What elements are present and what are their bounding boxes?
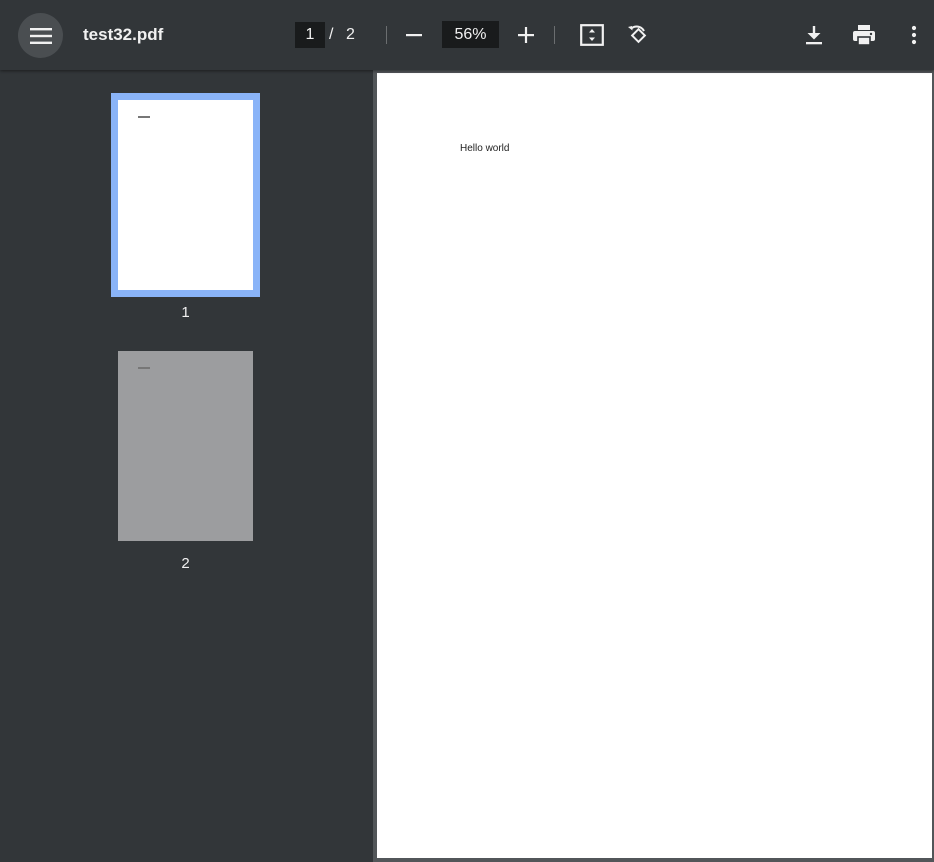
hamburger-menu-icon [29, 27, 52, 44]
pdf-toolbar: test32.pdf 1 / 2 56% [0, 0, 934, 70]
thumbnail-label: 1 [181, 304, 190, 321]
rotate-counterclockwise-icon [628, 25, 647, 44]
page-separator: / [329, 26, 334, 43]
toolbar-divider [554, 26, 555, 44]
menu-button[interactable] [18, 13, 63, 58]
thumbnail-text-preview [138, 367, 150, 369]
page-thumbnail-2[interactable] [118, 351, 253, 541]
toolbar-divider [386, 26, 387, 44]
thumbnail-label: 2 [181, 555, 190, 572]
document-viewer[interactable]: Hello world [373, 70, 934, 862]
more-vertical-icon [911, 25, 917, 45]
zoom-level-input[interactable]: 56% [442, 21, 499, 48]
minus-icon [406, 34, 422, 37]
print-icon [853, 25, 875, 46]
fit-to-page-icon [580, 24, 604, 46]
plus-icon [518, 27, 534, 43]
zoom-in-button[interactable] [508, 17, 544, 53]
page-text: Hello world [460, 143, 510, 154]
thumbnail-text-preview [138, 116, 150, 118]
page-number-input[interactable]: 1 [295, 22, 325, 48]
page-thumbnail-1[interactable] [111, 93, 260, 297]
rotate-button[interactable] [619, 17, 655, 53]
print-button[interactable] [846, 17, 882, 53]
download-icon [806, 26, 822, 45]
more-actions-button[interactable] [896, 17, 932, 53]
document-title: test32.pdf [83, 25, 164, 44]
fit-to-page-button[interactable] [574, 17, 610, 53]
zoom-out-button[interactable] [396, 17, 432, 53]
page-total: 2 [346, 26, 355, 43]
download-button[interactable] [796, 17, 832, 53]
pdf-page: Hello world [377, 73, 932, 858]
thumbnail-sidebar: 1 2 [0, 70, 373, 862]
